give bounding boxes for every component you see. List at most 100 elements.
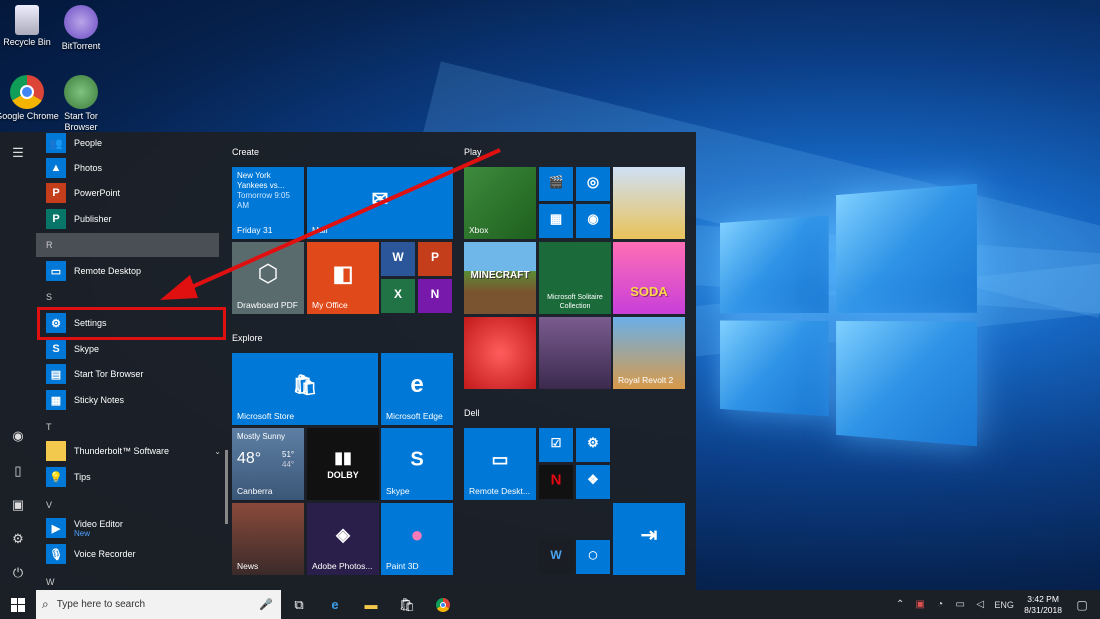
- tile-royal-revolt[interactable]: Royal Revolt 2: [613, 317, 685, 389]
- windows-start-icon: [11, 597, 25, 612]
- tile-dell[interactable]: ◯: [576, 540, 610, 574]
- letter-header-w[interactable]: W: [46, 577, 55, 587]
- battery-icon[interactable]: ▭: [952, 599, 968, 610]
- chevron-down-icon[interactable]: ⌄: [214, 447, 221, 456]
- tile-waves[interactable]: W: [539, 540, 573, 574]
- tile-movies[interactable]: 🎬: [539, 167, 573, 201]
- app-publisher[interactable]: P Publisher: [46, 208, 112, 230]
- tile-dell-gear[interactable]: ⚙: [576, 428, 610, 462]
- settings-gear-icon[interactable]: ⚙: [9, 530, 27, 548]
- thunderbolt-folder-icon: [46, 441, 66, 461]
- action-center-icon[interactable]: ▢: [1074, 598, 1090, 612]
- documents-icon[interactable]: ▯: [9, 462, 27, 480]
- gear-icon: ⚙: [587, 435, 599, 451]
- tile-solitaire[interactable]: Microsoft Solitaire Collection: [539, 242, 611, 314]
- tile-candy-crush-soda[interactable]: SODA: [613, 242, 685, 314]
- app-powerpoint[interactable]: P PowerPoint: [46, 182, 120, 204]
- app-video-editor[interactable]: ▶ Video Editor New: [46, 517, 123, 539]
- letter-header-t[interactable]: T: [46, 422, 52, 432]
- powerpoint-icon: P: [46, 183, 66, 203]
- store-taskbar-icon[interactable]: 🛍: [389, 590, 425, 619]
- volume-icon[interactable]: ◁: [972, 599, 988, 610]
- group-label-dell[interactable]: Dell: [464, 408, 480, 418]
- app-tor-browser[interactable]: ▤ Start Tor Browser: [46, 363, 143, 385]
- task-view-icon[interactable]: ⧉: [281, 590, 317, 619]
- tile-camera[interactable]: ◉: [576, 204, 610, 238]
- word-icon: W: [392, 250, 404, 265]
- film-icon: 🎬: [548, 175, 564, 190]
- power-icon[interactable]: ⏻: [9, 564, 27, 582]
- group-label-create[interactable]: Create: [232, 147, 259, 157]
- tile-weather[interactable]: Mostly Sunny 48° 51° 44° Canberra: [232, 428, 304, 500]
- chevron-up-icon[interactable]: ⌃: [892, 599, 908, 610]
- tile-tool[interactable]: ☑: [539, 428, 573, 462]
- tile-minecraft[interactable]: MINECRAFT: [464, 242, 536, 314]
- publisher-icon: P: [46, 209, 66, 229]
- tile-xbox[interactable]: Xbox: [464, 167, 536, 239]
- tile-photoshop[interactable]: ◈ Adobe Photos...: [307, 503, 379, 575]
- app-voice-recorder[interactable]: 🎙 Voice Recorder: [46, 543, 136, 565]
- app-people[interactable]: 👥 People: [46, 132, 102, 154]
- store-bag-icon: 🛍: [292, 374, 318, 397]
- tile-calculator[interactable]: ▦: [539, 204, 573, 238]
- remote-desktop-icon: ▭: [46, 261, 66, 281]
- tile-drawboard-pdf[interactable]: ⬡ Drawboard PDF: [232, 242, 304, 314]
- video-editor-label: Video Editor: [74, 518, 123, 529]
- tile-dropbox[interactable]: ❖: [576, 465, 610, 499]
- tile-dolby[interactable]: ▮▮ DOLBY: [307, 428, 379, 500]
- pictures-icon[interactable]: ▣: [9, 496, 27, 514]
- tile-dell-sign-in[interactable]: ⇥: [613, 503, 685, 575]
- letter-header-r[interactable]: R: [46, 240, 53, 250]
- language-indicator[interactable]: ENG: [992, 600, 1016, 610]
- tile-netflix[interactable]: N: [539, 465, 573, 499]
- app-remote-desktop[interactable]: ▭ Remote Desktop: [46, 260, 141, 282]
- tips-lightbulb-icon: 💡: [46, 467, 66, 487]
- microphone-icon[interactable]: 🎤: [259, 598, 273, 611]
- file-explorer-icon[interactable]: ▬: [353, 590, 389, 619]
- app-thunderbolt[interactable]: Thunderbolt™ Software ⌄: [46, 440, 221, 462]
- letter-header-v[interactable]: V: [46, 500, 52, 510]
- user-account-icon[interactable]: ◉: [9, 427, 27, 445]
- tile-groove[interactable]: ◎: [576, 167, 610, 201]
- group-label-play[interactable]: Play: [464, 147, 482, 157]
- app-list-scrollbar[interactable]: [225, 450, 228, 524]
- tile-news[interactable]: News: [232, 503, 304, 575]
- app-sticky-notes[interactable]: ▦ Sticky Notes: [46, 389, 124, 411]
- start-button[interactable]: [0, 590, 36, 619]
- tile-microsoft-edge[interactable]: e Microsoft Edge: [381, 353, 453, 425]
- tile-onenote[interactable]: N: [418, 279, 452, 313]
- clock[interactable]: 3:42 PM 8/31/2018: [1024, 594, 1062, 616]
- tile-paint-3d[interactable]: ● Paint 3D: [381, 503, 453, 575]
- letter-header-s[interactable]: S: [46, 292, 52, 302]
- tile-hidden-city[interactable]: [539, 317, 611, 389]
- desktop-icon-tor[interactable]: Start Tor Browser: [49, 75, 113, 133]
- tile-remote-desktop[interactable]: ▭ Remote Deskt...: [464, 428, 536, 500]
- edge-taskbar-icon[interactable]: e: [317, 590, 353, 619]
- hamburger-menu-icon[interactable]: ☰: [9, 144, 27, 162]
- desktop-icon-bittorrent[interactable]: BitTorrent: [49, 5, 113, 52]
- folder-icon: ▤: [46, 364, 66, 384]
- app-photos[interactable]: ▲ Photos: [46, 157, 102, 179]
- music-disc-icon: ◎: [586, 173, 600, 190]
- search-input[interactable]: Type here to search: [57, 599, 260, 610]
- tile-candy-crush[interactable]: [464, 317, 536, 389]
- security-icon[interactable]: ▣: [912, 599, 928, 610]
- tile-my-office[interactable]: ◧ My Office: [307, 242, 379, 314]
- photoshop-aperture-icon: ◈: [336, 524, 350, 545]
- taskbar-search-box[interactable]: ⌕ Type here to search 🎤: [36, 590, 281, 619]
- tile-excel[interactable]: X: [381, 279, 415, 313]
- tile-mail[interactable]: ✉ Mail: [307, 167, 453, 239]
- office-logo-icon: ◧: [332, 261, 354, 287]
- chrome-taskbar-icon[interactable]: [425, 590, 461, 619]
- group-label-explore[interactable]: Explore: [232, 333, 263, 343]
- tile-microsoft-store[interactable]: 🛍 Microsoft Store: [232, 353, 378, 425]
- tile-word-game[interactable]: [613, 167, 685, 239]
- app-tips[interactable]: 💡 Tips: [46, 466, 91, 488]
- wifi-icon[interactable]: ◔: [932, 599, 948, 610]
- app-skype[interactable]: S Skype: [46, 338, 99, 360]
- tile-skype[interactable]: S Skype: [381, 428, 453, 500]
- tile-word[interactable]: W: [381, 242, 415, 276]
- new-badge: New: [74, 528, 91, 538]
- tile-calendar[interactable]: New York Yankees vs... Tomorrow 9:05 AM …: [232, 167, 304, 239]
- tile-powerpoint[interactable]: P: [418, 242, 452, 276]
